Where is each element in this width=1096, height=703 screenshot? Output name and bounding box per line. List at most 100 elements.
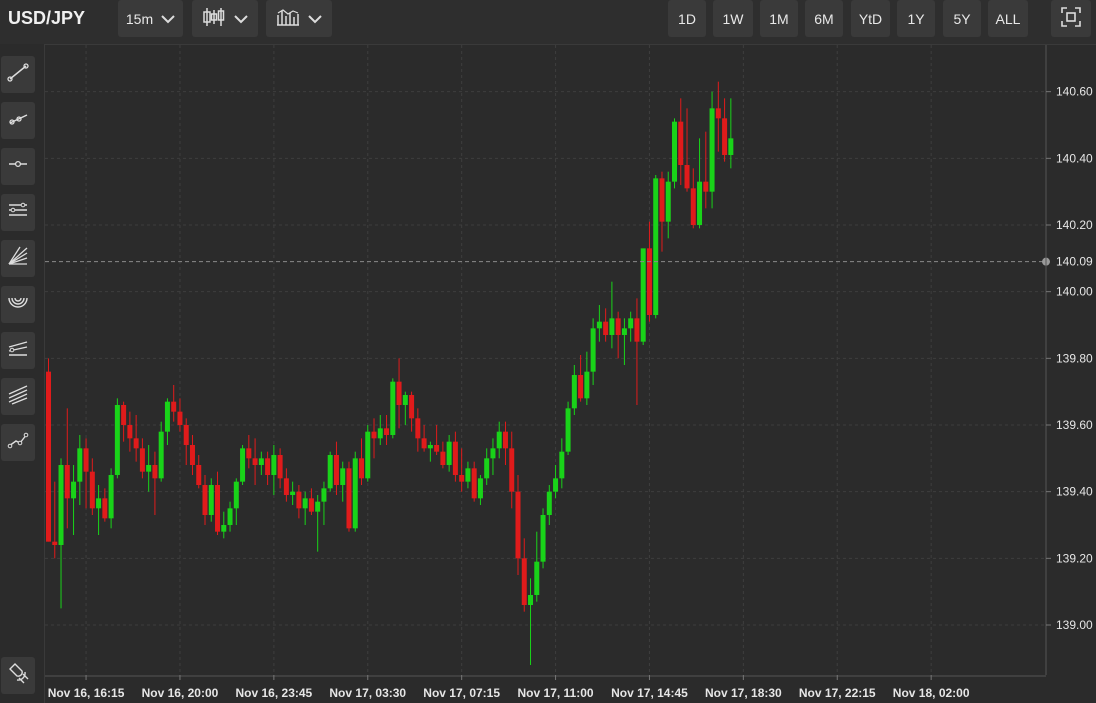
- candle-body: [402, 395, 408, 405]
- candle-body: [659, 178, 665, 222]
- chevron-down-icon: [161, 11, 175, 27]
- range-6m-button[interactable]: 6M: [805, 0, 843, 37]
- candle-body: [703, 181, 709, 192]
- price-tick-label: 140.60: [1056, 85, 1093, 99]
- last-price-line: [45, 257, 1050, 266]
- drawing-toolbar: [0, 44, 45, 703]
- candle-body: [177, 411, 183, 425]
- candle-body: [146, 465, 152, 472]
- magnet-tool[interactable]: [1, 657, 35, 694]
- candle-body: [83, 448, 89, 472]
- candle-body: [609, 318, 615, 335]
- candle-body: [409, 395, 415, 419]
- price-tick-label: 139.00: [1056, 618, 1093, 632]
- time-tick-label: Nov 17, 18:30: [705, 686, 782, 700]
- candle-body: [715, 108, 721, 119]
- candles: [46, 81, 734, 665]
- range-1m-button[interactable]: 1M: [760, 0, 798, 37]
- price-chart[interactable]: 139.00 139.20 139.40 139.60 139.80 140.00 140.…: [45, 45, 1096, 703]
- candle-body: [546, 491, 552, 515]
- candle-body: [302, 498, 308, 509]
- candle-body: [553, 478, 559, 492]
- range-1w-button[interactable]: 1W: [713, 0, 753, 37]
- fib-channel-tool[interactable]: [1, 378, 35, 415]
- candle-body: [678, 121, 684, 165]
- price-tick-label: 139.60: [1056, 418, 1093, 432]
- candle-body: [164, 401, 170, 432]
- time-tick-label: Nov 17, 22:15: [799, 686, 876, 700]
- candle-body: [296, 491, 302, 509]
- candle-body: [465, 468, 471, 482]
- candle-body: [139, 448, 145, 472]
- candle-body: [672, 121, 677, 182]
- candle-body: [89, 471, 95, 509]
- price-tick-label: 140.00: [1056, 285, 1093, 299]
- range-1y-button[interactable]: 1Y: [897, 0, 935, 37]
- range-1d-button[interactable]: 1D: [668, 0, 706, 37]
- candle-body: [308, 498, 314, 512]
- price-tick-label: 140.40: [1056, 151, 1093, 165]
- pitchfork-icon: [6, 336, 30, 365]
- horizontal-line-icon: [6, 152, 30, 181]
- candle-body: [559, 451, 565, 479]
- parallel-channel-icon: [6, 198, 30, 227]
- time-tick-label: Nov 17, 07:15: [423, 686, 500, 700]
- candle-body: [252, 458, 258, 465]
- magnet-icon: [6, 661, 30, 690]
- ray-icon: [6, 106, 30, 135]
- candle-body: [446, 441, 452, 465]
- indicators-select[interactable]: [266, 0, 332, 37]
- fullscreen-button[interactable]: [1051, 0, 1091, 37]
- candle-body: [709, 108, 715, 192]
- price-tick-label: 139.40: [1056, 485, 1093, 499]
- candle-body: [390, 381, 396, 435]
- candlestick-icon: [202, 7, 226, 30]
- ray-tool[interactable]: [1, 102, 35, 139]
- range-all-button[interactable]: ALL: [988, 0, 1028, 37]
- candle-body: [722, 118, 728, 155]
- candle-body: [596, 321, 602, 329]
- interval-label: 15m: [125, 10, 154, 27]
- candle-body: [158, 431, 164, 479]
- fan-tool[interactable]: [1, 240, 35, 277]
- time-tick-label: Nov 17, 03:30: [329, 686, 406, 700]
- arc-tool[interactable]: [1, 286, 35, 323]
- candle-body: [359, 458, 364, 479]
- candle-body: [477, 478, 483, 499]
- pitchfork-tool[interactable]: [1, 332, 35, 369]
- candle-body: [46, 371, 51, 542]
- candle-body: [471, 468, 477, 499]
- candle-body: [133, 438, 139, 449]
- price-axis: 139.00 139.20 139.40 139.60 139.80 140.00 140.…: [1046, 85, 1093, 632]
- candle-body: [327, 455, 333, 489]
- candle-body: [421, 438, 427, 449]
- candle-body: [346, 468, 352, 529]
- time-tick-label: Nov 18, 02:00: [893, 686, 970, 700]
- candle-body: [277, 455, 283, 479]
- candle-body: [127, 425, 133, 439]
- candle-body: [440, 451, 446, 465]
- interval-select[interactable]: 15m: [118, 0, 183, 37]
- candle-body: [189, 445, 195, 465]
- horizontal-line-tool[interactable]: [1, 148, 35, 185]
- fib-channel-icon: [6, 382, 30, 411]
- candle-body: [484, 458, 490, 479]
- candle-body: [352, 458, 358, 529]
- candle-body: [121, 405, 127, 425]
- candle-body: [227, 508, 233, 525]
- range-5y-button[interactable]: 5Y: [943, 0, 981, 37]
- path-icon: [6, 428, 30, 457]
- candle-body: [684, 165, 690, 189]
- trend-line-tool[interactable]: [1, 56, 35, 93]
- time-tick-label: Nov 16, 20:00: [142, 686, 219, 700]
- candle-body: [490, 448, 496, 459]
- candle-body: [452, 441, 458, 475]
- candle-body: [653, 178, 659, 315]
- chart-type-select[interactable]: [192, 0, 258, 37]
- candle-body: [728, 138, 734, 155]
- parallel-channel-tool[interactable]: [1, 194, 35, 231]
- path-tool[interactable]: [1, 424, 35, 461]
- range-ytd-button[interactable]: YtD: [851, 0, 890, 37]
- fullscreen-icon: [1061, 7, 1081, 30]
- candle-body: [634, 318, 640, 342]
